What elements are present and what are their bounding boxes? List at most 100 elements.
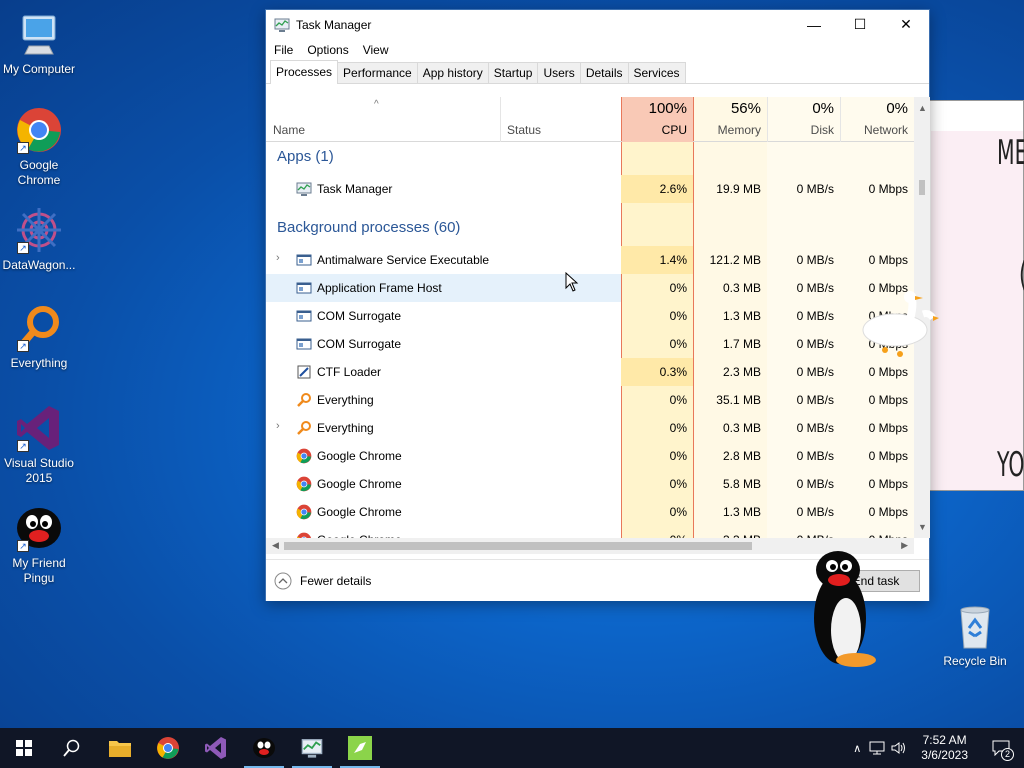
system-tray: ∧ 7:52 AM 3/6/2023 2 <box>853 728 1024 768</box>
process-disk-value: 0 MB/s <box>796 421 834 435</box>
minimize-button[interactable]: — <box>791 10 837 39</box>
volume-icon[interactable] <box>891 741 907 755</box>
tab-app-history[interactable]: App history <box>416 62 489 83</box>
task-manager-icon <box>300 737 324 759</box>
taskbar-visual-studio[interactable] <box>192 728 240 768</box>
desktop-icon-my-computer[interactable]: My Computer <box>0 10 78 77</box>
process-row[interactable]: Google Chrome 0% 5.8 MB 0 MB/s 0 Mbps <box>266 470 914 498</box>
desktop-icon-everything[interactable]: ↗ Everything <box>0 304 78 371</box>
action-center-button[interactable]: 2 <box>978 728 1024 768</box>
task-manager-window[interactable]: Task Manager — ☐ ✕ File Options View Pro… <box>265 9 930 601</box>
expand-chevron-icon[interactable]: › <box>276 252 280 264</box>
column-header-cpu[interactable]: 100% CPU <box>622 97 693 142</box>
column-header-row: ^ Name Status 100% CPU 56% Memory 0% Dis… <box>266 97 914 142</box>
clock[interactable]: 7:52 AM 3/6/2023 <box>921 733 968 763</box>
chrome-icon: ↗ <box>15 106 63 154</box>
process-row[interactable]: › Antimalware Service Executable 1.4% 121.2… <box>266 246 914 274</box>
taskbar: ∧ 7:52 AM 3/6/2023 2 <box>0 728 1024 768</box>
process-memory-value: 35.1 MB <box>716 393 761 407</box>
vertical-scroll-thumb[interactable] <box>919 180 925 195</box>
taskbar-goose[interactable] <box>336 728 384 768</box>
column-header-name[interactable]: Name <box>266 97 500 142</box>
process-network-value: 0 Mbps <box>840 526 914 538</box>
desktop-icon-label: DataWagon... <box>2 258 76 272</box>
tab-services[interactable]: Services <box>627 62 686 83</box>
process-row[interactable]: Application Frame Host 0% 0.3 MB 0 MB/s 0 Mb… <box>266 274 914 302</box>
process-row[interactable]: Task Manager 2.6% 19.9 MB 0 MB/s 0 Mbps <box>266 175 914 203</box>
visual-studio-icon <box>204 736 228 760</box>
process-memory-value: 121.2 MB <box>709 253 761 267</box>
process-cpu-value: 0% <box>621 526 693 538</box>
horizontal-scroll-thumb[interactable] <box>284 542 752 550</box>
chevron-up-icon[interactable]: ∧ <box>853 742 861 755</box>
scroll-right-icon[interactable]: ▶ <box>901 540 908 551</box>
process-row[interactable]: Google Chrome0%3.3 MB0 MB/s0 Mbps <box>266 526 914 538</box>
desktop-icon-visual-studio[interactable]: ↗ Visual Studio 2015 <box>0 404 78 486</box>
desktop-icon-recycle-bin[interactable]: Recycle Bin <box>936 602 1014 669</box>
process-row[interactable]: COM Surrogate0%1.7 MB0 MB/s0 Mbps <box>266 330 914 358</box>
menu-file[interactable]: File <box>274 43 293 57</box>
column-header-memory[interactable]: 56% Memory <box>694 97 767 142</box>
process-row[interactable]: Everything 0% 35.1 MB 0 MB/s 0 Mbps <box>266 386 914 414</box>
process-memory-value: 2.8 MB <box>722 449 761 463</box>
process-network-value: 0 Mbps <box>868 449 908 463</box>
tab-strip: Processes Performance App history Startu… <box>266 60 929 84</box>
maximize-button[interactable]: ☐ <box>837 10 883 39</box>
network-icon[interactable] <box>869 741 885 755</box>
close-button[interactable]: ✕ <box>883 10 929 39</box>
desktop-icon-label: Everything <box>10 356 68 370</box>
tab-users[interactable]: Users <box>537 62 581 83</box>
process-row[interactable]: Google Chrome 0% 1.3 MB 0 MB/s 0 Mbps <box>266 498 914 526</box>
expand-chevron-icon[interactable]: › <box>276 420 280 432</box>
process-memory-value: 2.3 MB <box>722 365 761 379</box>
column-header-disk[interactable]: 0% Disk <box>767 97 840 142</box>
tab-details[interactable]: Details <box>579 62 629 83</box>
column-header-status[interactable]: Status <box>500 97 621 142</box>
title-bar[interactable]: Task Manager — ☐ ✕ <box>266 10 929 39</box>
taskbar-file-explorer[interactable] <box>96 728 144 768</box>
desktop-icon-label: Recycle Bin <box>943 654 1007 668</box>
scroll-up-icon[interactable]: ▲ <box>918 103 927 113</box>
partial-window-text: YO <box>997 445 1024 485</box>
task-manager-icon <box>274 17 290 33</box>
taskbar-task-manager[interactable] <box>288 728 336 768</box>
tab-performance[interactable]: Performance <box>337 62 418 83</box>
pingu-character-icon <box>808 550 880 672</box>
process-row[interactable]: COM Surrogate0%1.3 MB0 MB/s0 Mbps <box>266 302 914 330</box>
process-name: Everything <box>317 421 374 435</box>
column-header-network[interactable]: 0% Network <box>840 97 914 142</box>
desktop-icon-google-chrome[interactable]: ↗ Google Chrome <box>0 106 78 188</box>
process-row[interactable]: CTF Loader 0.3% 2.3 MB 0 MB/s 0 Mbps <box>266 358 914 386</box>
window-process-icon <box>296 280 312 296</box>
desktop-icon-label: Google Chrome <box>17 158 61 187</box>
process-memory-value: 0.3 MB <box>722 281 761 295</box>
process-network-value: 0 Mbps <box>868 421 908 435</box>
taskbar-chrome[interactable] <box>144 728 192 768</box>
menu-view[interactable]: View <box>363 43 389 57</box>
start-button[interactable] <box>0 728 48 768</box>
menu-options[interactable]: Options <box>307 43 348 57</box>
recycle-bin-icon <box>951 602 999 650</box>
process-cpu-value: 0% <box>669 449 687 463</box>
process-name: Google Chrome <box>317 505 402 519</box>
everything-icon <box>296 392 312 408</box>
fewer-details-button[interactable]: Fewer details <box>274 572 371 590</box>
process-network-value: 0 Mbps <box>868 182 908 196</box>
clock-time: 7:52 AM <box>922 733 967 747</box>
search-button[interactable] <box>48 728 96 768</box>
desktop-icon-my-friend-pingu[interactable]: ↗ My Friend Pingu <box>0 504 78 586</box>
window-title: Task Manager <box>296 17 372 32</box>
desktop-icon-datawagon[interactable]: ↗ DataWagon... <box>0 206 78 273</box>
window-process-icon <box>296 336 312 352</box>
everything-icon <box>296 420 312 436</box>
process-name: Application Frame Host <box>317 281 442 295</box>
taskbar-pingu[interactable] <box>240 728 288 768</box>
tab-processes[interactable]: Processes <box>270 60 339 84</box>
notification-count-badge: 2 <box>1001 748 1014 761</box>
process-network-value: 0 Mbps <box>868 505 908 519</box>
process-row[interactable]: › Everything 0% 0.3 MB 0 MB/s 0 Mbps <box>266 414 914 442</box>
process-row[interactable]: Google Chrome 0% 2.8 MB 0 MB/s 0 Mbps <box>266 442 914 470</box>
scroll-down-icon[interactable]: ▼ <box>918 522 927 532</box>
scroll-left-icon[interactable]: ◀ <box>272 540 279 551</box>
tab-startup[interactable]: Startup <box>487 62 539 83</box>
